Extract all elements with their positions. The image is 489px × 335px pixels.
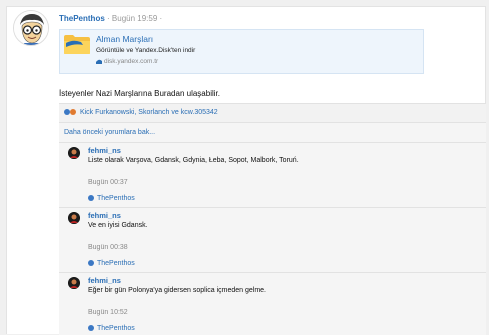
header-separator: ·	[107, 14, 110, 23]
folder-icon	[64, 35, 90, 54]
comment-avatar[interactable]	[68, 147, 80, 159]
comments-section: Daha önceki yorumlara bak... fehmi_ns Li…	[59, 123, 486, 335]
comment-item: fehmi_ns Eğer bir gün Polonya'ya giderse…	[59, 273, 486, 335]
comment-text: Ve en iyisi Gdansk.	[88, 222, 148, 229]
comment-timestamp[interactable]: Bugün 00:37	[88, 179, 128, 186]
link-preview-domain: disk.yandex.com.tr	[96, 58, 158, 65]
comment-item: fehmi_ns Ve en iyisi Gdansk. Bugün 00:38…	[59, 208, 486, 273]
comment-author[interactable]: fehmi_ns	[88, 146, 121, 155]
post-card: ThePenthos · Bugün 19:59 · Alman Marşlar…	[6, 6, 486, 335]
comment-reply-user[interactable]: ThePenthos	[97, 260, 135, 267]
comment-reply-to[interactable]: ThePenthos	[88, 195, 135, 202]
yandex-disk-icon	[96, 59, 102, 64]
comment-avatar[interactable]	[68, 212, 80, 224]
comment-reply-user[interactable]: ThePenthos	[97, 195, 135, 202]
comment-item: fehmi_ns Liste olarak Varşova, Gdansk, G…	[59, 143, 486, 208]
earlier-comments-link[interactable]: Daha önceki yorumlara bak...	[59, 123, 486, 143]
likes-text[interactable]: Kick Furkanowski, Skorlanch ve kcw.30534…	[80, 109, 218, 116]
post-author-avatar[interactable]	[13, 10, 49, 46]
comment-reply-to[interactable]: ThePenthos	[88, 325, 135, 332]
comment-reply-to[interactable]: ThePenthos	[88, 260, 135, 267]
link-preview-domain-text: disk.yandex.com.tr	[104, 58, 159, 65]
comment-timestamp[interactable]: Bugün 00:38	[88, 244, 128, 251]
comment-text: Eğer bir gün Polonya'ya gidersen soplica…	[88, 287, 266, 294]
comment-timestamp[interactable]: Bugün 10:52	[88, 309, 128, 316]
reply-icon	[88, 325, 94, 331]
reply-icon	[88, 195, 94, 201]
user-avatar-icon	[68, 212, 80, 224]
reply-icon	[88, 260, 94, 266]
comment-text: Liste olarak Varşova, Gdansk, Gdynia, Łe…	[88, 157, 299, 164]
link-preview-description: Görüntüle ve Yandex.Disk'ten indir	[96, 47, 196, 54]
post-author-name[interactable]: ThePenthos	[59, 14, 105, 23]
link-preview-title[interactable]: Alman Marşları	[96, 34, 153, 44]
cartoon-avatar-icon	[14, 11, 48, 45]
header-trailing-separator: ·	[159, 14, 163, 23]
comment-reply-user[interactable]: ThePenthos	[97, 325, 135, 332]
reaction-icon	[70, 109, 76, 115]
post-header: ThePenthos · Bugün 19:59 ·	[59, 14, 162, 23]
likes-bar[interactable]: Kick Furkanowski, Skorlanch ve kcw.30534…	[59, 103, 486, 123]
user-avatar-icon	[68, 147, 80, 159]
link-preview-card[interactable]: Alman Marşları Görüntüle ve Yandex.Disk'…	[59, 29, 424, 74]
user-avatar-icon	[68, 277, 80, 289]
post-timestamp[interactable]: Bugün 19:59	[112, 14, 157, 23]
comment-avatar[interactable]	[68, 277, 80, 289]
post-body-text: İsteyenler Nazi Marşlarına Buradan ulaşa…	[59, 89, 220, 98]
comment-author[interactable]: fehmi_ns	[88, 276, 121, 285]
comment-author[interactable]: fehmi_ns	[88, 211, 121, 220]
